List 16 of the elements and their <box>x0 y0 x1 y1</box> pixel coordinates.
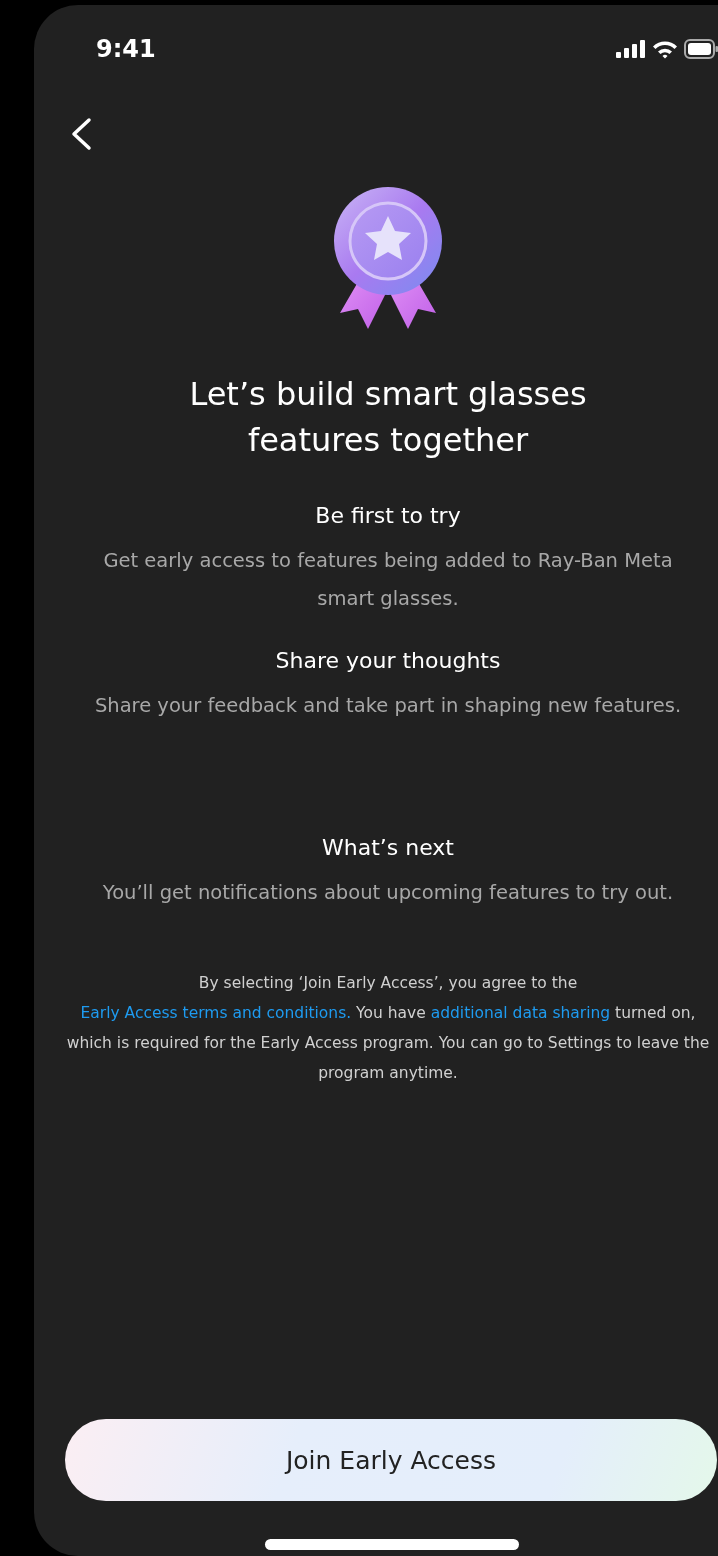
legal-link[interactable]: Early Access terms and conditions. <box>80 1004 352 1022</box>
section-description: You’ll get notifications about upcoming features to try out. <box>101 880 675 906</box>
legal-link[interactable]: additional data sharing <box>430 1004 611 1022</box>
battery-icon <box>684 39 718 59</box>
section-heading: Be first to try <box>315 503 461 528</box>
chevron-left-icon <box>70 117 92 151</box>
section-description: Share your feedback and take part in shaping new features. <box>93 693 683 719</box>
section-heading: What’s next <box>322 835 454 860</box>
signal-icon <box>616 40 646 58</box>
legal-notice: By selecting ‘Join Early Access’, you agree to the Early Access terms and conditions. You have additional data sharing turned on, which is required for the Early Access program. You can go to Settings to leave the program anytime. <box>65 973 711 1084</box>
section-description: Get early access to features being added to Ray-Ban Meta smart glasses. <box>102 548 674 612</box>
status-time: 9:41 <box>96 35 156 63</box>
page-title: Let’s build smart glasses features together <box>188 374 588 461</box>
section-heading: Share your thoughts <box>275 648 501 673</box>
join-early-access-button[interactable]: Join Early Access <box>65 1419 717 1501</box>
wifi-icon <box>652 39 678 59</box>
